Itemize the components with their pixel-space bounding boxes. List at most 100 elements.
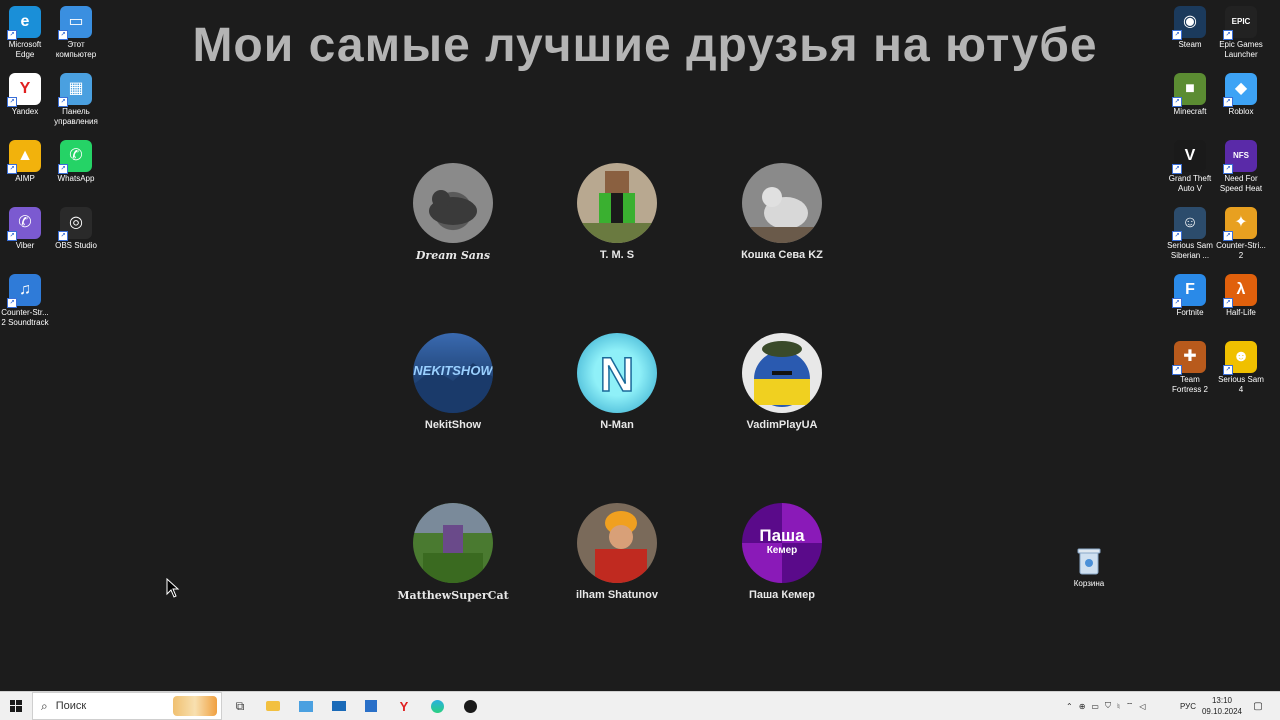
shield-icon: ⛉ (1104, 701, 1111, 710)
friend-name: NekitShow (424, 419, 482, 431)
desktop-left-shortcut[interactable]: ♫ ↗ Counter-Str... 2 Soundtrack (0, 274, 50, 328)
edge-icon: e ↗ (7, 6, 41, 40)
serious-sam-4-icon: ☻ ↗ (1223, 341, 1257, 375)
desktop-left-shortcut[interactable]: ✆ ↗ WhatsApp (51, 140, 101, 184)
task-view-button[interactable]: ⧉ (230, 692, 250, 720)
taskbar-search[interactable]: ⌕ Поиск (32, 692, 222, 720)
friend-name: N-Man (600, 419, 634, 431)
friend-card[interactable]: N N-Man (527, 333, 707, 431)
fortnite-icon: F ↗ (1172, 274, 1206, 308)
friend-avatar: N (577, 333, 657, 413)
desktop-left-label: Панель управления (54, 107, 98, 126)
friend-avatar (577, 163, 657, 243)
shortcut-arrow-icon: ↗ (1172, 97, 1182, 107)
viber-icon: ✆ ↗ (7, 207, 41, 241)
desktop-left-label: AIMP (15, 174, 35, 183)
desktop-left-shortcut[interactable]: e ↗ Microsoft Edge (0, 6, 50, 60)
desktop-left-shortcut[interactable]: ◎ ↗ OBS Studio (51, 207, 101, 251)
friend-name: Паша Кемер (748, 589, 816, 601)
taskbar-yandex[interactable]: Y (393, 692, 415, 720)
pasha-avatar-line1: Паша (759, 526, 805, 545)
page-title: Мои самые лучшие друзья на ютубе (192, 19, 1098, 72)
clock-date: 09.10.2024 (1201, 707, 1242, 716)
search-icon: ⌕ (41, 698, 48, 713)
friend-card[interactable]: Кошка Сева KZ (692, 163, 872, 261)
desktop-right-shortcut[interactable]: EPIC ↗ Epic Games Launcher (1216, 6, 1266, 60)
whatsapp-icon-glyph: ✆ (69, 147, 83, 164)
taskbar-mail[interactable] (328, 692, 350, 720)
friend-card[interactable]: Dream Sans (363, 163, 543, 262)
shortcut-arrow-icon: ↗ (7, 231, 17, 241)
desktop-left-label: Viber (15, 241, 35, 250)
desktop-left-shortcut[interactable]: ▭ ↗ Этот компьютер (51, 6, 101, 60)
friend-name: T. M. S (599, 249, 635, 261)
team-fortress-icon-glyph: ✚ (1183, 348, 1197, 365)
steam-icon-glyph: ◉ (1183, 13, 1197, 30)
friend-avatar (742, 163, 822, 243)
desktop-right-shortcut[interactable]: F ↗ Fortnite (1165, 274, 1215, 318)
friend-card[interactable]: MatthewSuperCat (363, 503, 543, 602)
friend-avatar: NEKITSHOW (413, 333, 493, 413)
notification-button[interactable]: ▢ (1248, 692, 1268, 720)
epic-games-icon-glyph: EPIC (1231, 17, 1251, 26)
desktop-right-shortcut[interactable]: V ↗ Grand Theft Auto V (1165, 140, 1215, 194)
desktop-right-shortcut[interactable]: ◆ ↗ Roblox (1216, 73, 1266, 117)
desktop-left-shortcut[interactable]: Y ↗ Yandex (0, 73, 50, 117)
friend-card[interactable]: ilham Shatunov (527, 503, 707, 601)
desktop-left-label: Этот компьютер (55, 40, 97, 59)
taskbar-obs[interactable] (459, 692, 481, 720)
desktop-left-shortcut[interactable]: ▲ ↗ AIMP (0, 140, 50, 184)
music-icon-glyph: ♫ (19, 281, 31, 298)
roblox-icon-glyph: ◆ (1234, 80, 1248, 97)
half-life-icon-glyph: λ (1236, 281, 1246, 298)
friend-card[interactable]: T. M. S (527, 163, 707, 261)
n-man-avatar-letter: N (600, 349, 635, 402)
desktop-left-shortcut[interactable]: ✆ ↗ Viber (0, 207, 50, 251)
mail-icon (332, 701, 346, 711)
control-panel-icon-glyph: ▦ (68, 80, 84, 97)
steam-icon: ◉ ↗ (1172, 6, 1206, 40)
recycle-bin-shortcut[interactable]: Корзина (1064, 545, 1114, 589)
shortcut-arrow-icon: ↗ (1223, 164, 1233, 174)
desktop-right-shortcut[interactable]: ☻ ↗ Serious Sam 4 (1216, 341, 1266, 395)
desktop-left-label: Yandex (11, 107, 39, 116)
desktop-right-label: Half-Life (1226, 308, 1256, 317)
desktop-left-label: Microsoft Edge (8, 40, 42, 59)
desktop-left-shortcut[interactable]: ▦ ↗ Панель управления (51, 73, 101, 127)
desktop-right-shortcut[interactable]: ✦ ↗ Counter-Stri... 2 (1216, 207, 1266, 261)
task-view-icon: ⧉ (235, 698, 245, 713)
taskbar-app-2[interactable] (295, 692, 317, 720)
friend-card[interactable]: VadimPlayUA (692, 333, 872, 431)
shortcut-arrow-icon: ↗ (7, 30, 17, 40)
language-indicator[interactable]: РУС (1176, 692, 1200, 720)
recycle-bin-icon (1073, 545, 1105, 577)
minecraft-icon-glyph: ■ (1185, 80, 1195, 97)
search-placeholder: Поиск (55, 700, 87, 712)
aimp-icon: ▲ ↗ (7, 140, 41, 174)
friend-card[interactable]: NEKITSHOW NekitShow (363, 333, 543, 431)
desktop-right-shortcut[interactable]: ◉ ↗ Steam (1165, 6, 1215, 50)
desktop-right-shortcut[interactable]: ■ ↗ Minecraft (1165, 73, 1215, 117)
desktop-right-label: Need For Speed Heat (1219, 174, 1263, 193)
friend-name: Dream Sans (415, 249, 491, 262)
obs-icon: ◎ ↗ (58, 207, 92, 241)
desktop-right-shortcut[interactable]: NFS ↗ Need For Speed Heat (1216, 140, 1266, 194)
counter-strike-icon-glyph: ✦ (1234, 214, 1248, 231)
taskbar-edge[interactable] (426, 692, 448, 720)
desktop-right-shortcut[interactable]: ☺ ↗ Serious Sam Siberian ... (1165, 207, 1215, 261)
start-button[interactable] (4, 692, 28, 720)
desktop-right-shortcut[interactable]: λ ↗ Half-Life (1216, 274, 1266, 318)
search-highlight-icon (173, 696, 217, 716)
clock[interactable]: 13:10 09.10.2024 (1202, 695, 1242, 717)
desktop-right-shortcut[interactable]: ✚ ↗ Team Fortress 2 (1165, 341, 1215, 395)
clock-time: 13:10 (1211, 696, 1232, 705)
tray-icons[interactable]: ⌃ ⊕ ▭ ⛉ ♮ ⌔ ◁ (1066, 692, 1176, 720)
serious-sam-siberian-icon: ☺ ↗ (1172, 207, 1206, 241)
nfs-icon: NFS ↗ (1223, 140, 1257, 174)
taskbar: ⌕ Поиск ⧉ Y ⌃ ⊕ ▭ ⛉ ♮ ⌔ ◁ РУС 13:10 09.1… (0, 691, 1280, 720)
yandex-icon-glyph: Y (19, 80, 31, 97)
taskbar-store[interactable] (360, 692, 382, 720)
friend-avatar (413, 503, 493, 583)
taskbar-explorer[interactable] (262, 692, 284, 720)
friend-card[interactable]: Паша Кемер Паша Кемер (692, 503, 872, 601)
